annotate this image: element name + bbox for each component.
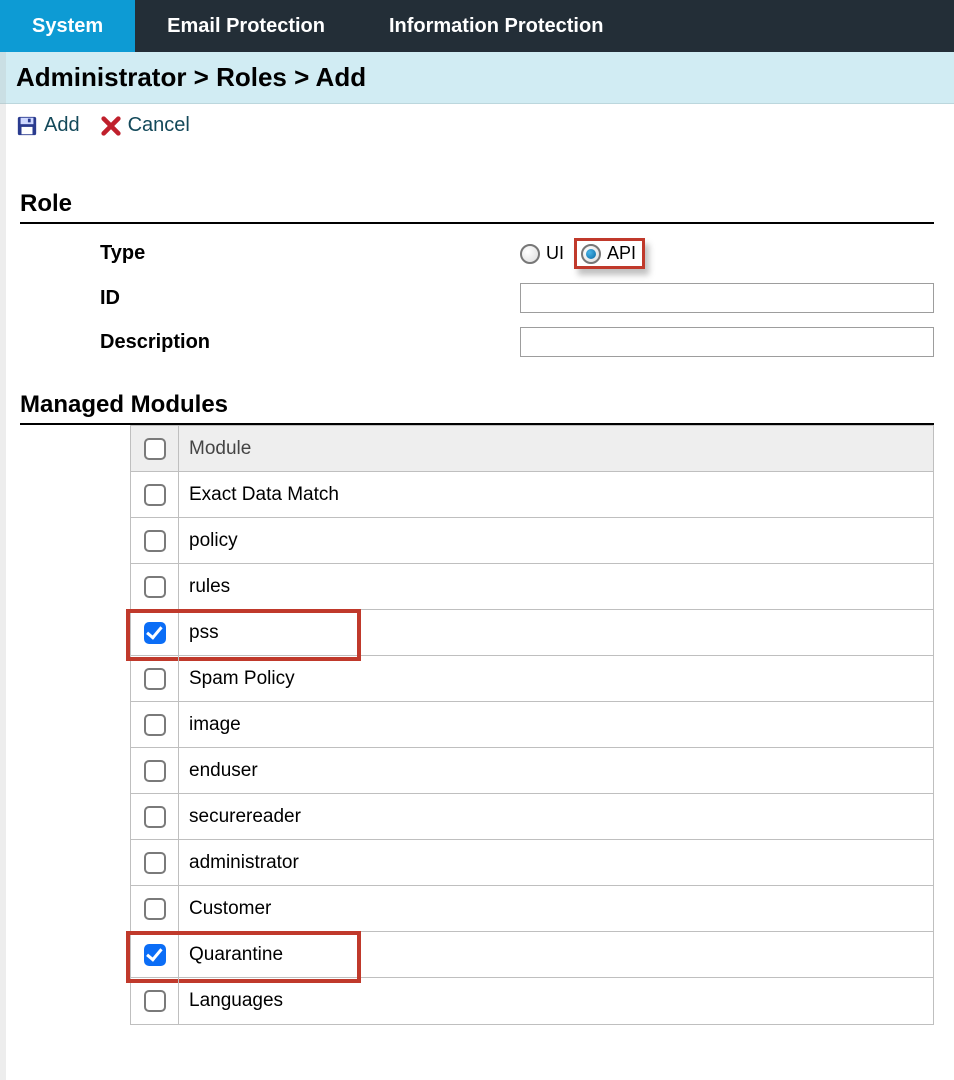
module-row: administrator (131, 840, 933, 886)
managed-modules-title: Managed Modules (20, 391, 934, 425)
module-checkbox[interactable] (144, 760, 166, 782)
managed-modules-section: Managed Modules Module Exact Data Match p… (20, 391, 934, 1025)
module-row: image (131, 702, 933, 748)
module-label: Languages (179, 990, 933, 1012)
top-nav: SystemEmail ProtectionInformation Protec… (0, 0, 954, 52)
module-label: Exact Data Match (179, 484, 933, 506)
module-checkbox[interactable] (144, 622, 166, 644)
cancel-x-icon (100, 115, 122, 137)
module-label: securereader (179, 806, 933, 828)
module-row: policy (131, 518, 933, 564)
module-checkbox[interactable] (144, 852, 166, 874)
nav-tab-information-protection[interactable]: Information Protection (357, 0, 635, 52)
nav-tab-system[interactable]: System (0, 0, 135, 52)
role-id-label: ID (100, 287, 520, 310)
module-label: Spam Policy (179, 668, 933, 690)
role-section-title: Role (20, 190, 934, 224)
role-description-row: Description (20, 327, 934, 357)
toolbar: Add Cancel (0, 104, 954, 156)
radio-icon (581, 244, 601, 264)
module-row: rules (131, 564, 933, 610)
save-disk-icon (16, 115, 38, 137)
module-row: Exact Data Match (131, 472, 933, 518)
role-type-row: Type UI API (20, 238, 934, 269)
module-checkbox[interactable] (144, 944, 166, 966)
cancel-button[interactable]: Cancel (100, 114, 190, 137)
content-area: Role Type UI API ID Description (0, 190, 954, 1065)
modules-table-header: Module (131, 426, 933, 472)
module-row: Quarantine (131, 932, 933, 978)
module-checkbox[interactable] (144, 530, 166, 552)
module-row: enduser (131, 748, 933, 794)
role-description-input[interactable] (520, 327, 934, 357)
module-checkbox[interactable] (144, 898, 166, 920)
role-type-ui-label: UI (546, 243, 564, 264)
module-label: image (179, 714, 933, 736)
module-label: Quarantine (179, 944, 933, 966)
role-id-input[interactable] (520, 283, 934, 313)
add-button[interactable]: Add (16, 114, 80, 137)
module-label: rules (179, 576, 933, 598)
module-checkbox[interactable] (144, 668, 166, 690)
role-type-api-radio[interactable]: API (581, 243, 636, 264)
module-label: Customer (179, 898, 933, 920)
nav-tab-email-protection[interactable]: Email Protection (135, 0, 357, 52)
breadcrumb: Administrator > Roles > Add (0, 52, 954, 104)
module-row: pss (131, 610, 933, 656)
cancel-button-label: Cancel (128, 114, 190, 137)
role-type-api-label: API (607, 243, 636, 264)
module-label: administrator (179, 852, 933, 874)
module-row: Spam Policy (131, 656, 933, 702)
module-checkbox[interactable] (144, 990, 166, 1012)
module-checkbox[interactable] (144, 714, 166, 736)
module-checkbox[interactable] (144, 576, 166, 598)
module-label: policy (179, 530, 933, 552)
add-button-label: Add (44, 114, 80, 137)
modules-header-label: Module (179, 438, 933, 460)
module-label: enduser (179, 760, 933, 782)
module-row: securereader (131, 794, 933, 840)
select-all-checkbox[interactable] (144, 438, 166, 460)
role-description-label: Description (100, 331, 520, 354)
module-row: Customer (131, 886, 933, 932)
role-id-row: ID (20, 283, 934, 313)
left-scroll-hint (0, 52, 6, 1080)
module-checkbox[interactable] (144, 484, 166, 506)
modules-table: Module Exact Data Match policy rules pss Spa… (130, 425, 934, 1025)
module-row: Languages (131, 978, 933, 1024)
role-type-label: Type (100, 242, 520, 265)
role-type-ui-radio[interactable]: UI (520, 243, 564, 264)
radio-icon (520, 244, 540, 264)
module-checkbox[interactable] (144, 806, 166, 828)
module-label: pss (179, 622, 933, 644)
api-highlight-box: API (574, 238, 645, 269)
